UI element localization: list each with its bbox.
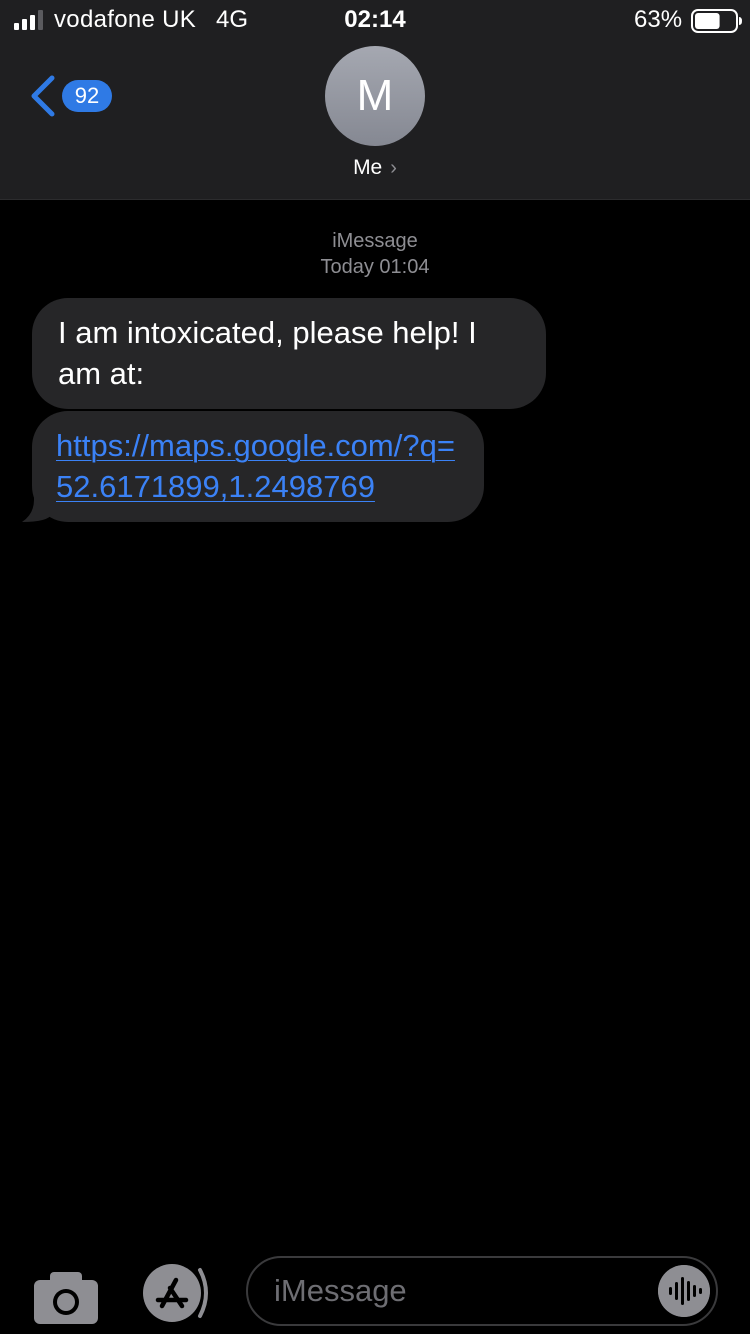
message-timestamp: Today 01:04 [320, 256, 430, 278]
message-input[interactable] [272, 1258, 642, 1324]
map-link[interactable]: https://maps.google.com/?q=52.6171899,1.… [56, 428, 455, 504]
back-button[interactable]: 92 [26, 74, 126, 118]
contact-header[interactable]: M Me › [300, 46, 450, 192]
app-store-icon[interactable] [140, 1264, 212, 1322]
service-label: iMessage [332, 230, 418, 252]
input-bar [0, 1250, 750, 1334]
status-bar: vodafone UK 4G 02:14 63% [0, 0, 750, 40]
message-bubble[interactable]: I am intoxicated, please help! I am at: [32, 298, 546, 409]
avatar: M [325, 46, 425, 146]
battery-icon [691, 9, 742, 33]
conversation-header: vodafone UK 4G 02:14 63% 92 M Me › [0, 0, 750, 200]
battery-percent: 63% [634, 6, 683, 33]
audio-waveform-icon[interactable] [658, 1265, 710, 1317]
contact-name: Me › [300, 156, 450, 180]
message-meta: iMessage Today 01:04 [0, 228, 750, 280]
chevron-right-icon: › [390, 157, 397, 179]
message-text: I am intoxicated, please help! I am at: [58, 315, 477, 391]
bubble-tail [22, 480, 52, 522]
contact-name-label: Me [353, 156, 383, 179]
message-bubble-link[interactable]: https://maps.google.com/?q=52.6171899,1.… [32, 411, 484, 522]
unread-count-badge: 92 [62, 80, 112, 112]
message-input-field[interactable] [246, 1256, 718, 1326]
camera-icon[interactable] [34, 1270, 98, 1324]
chevron-left-icon [31, 75, 55, 117]
